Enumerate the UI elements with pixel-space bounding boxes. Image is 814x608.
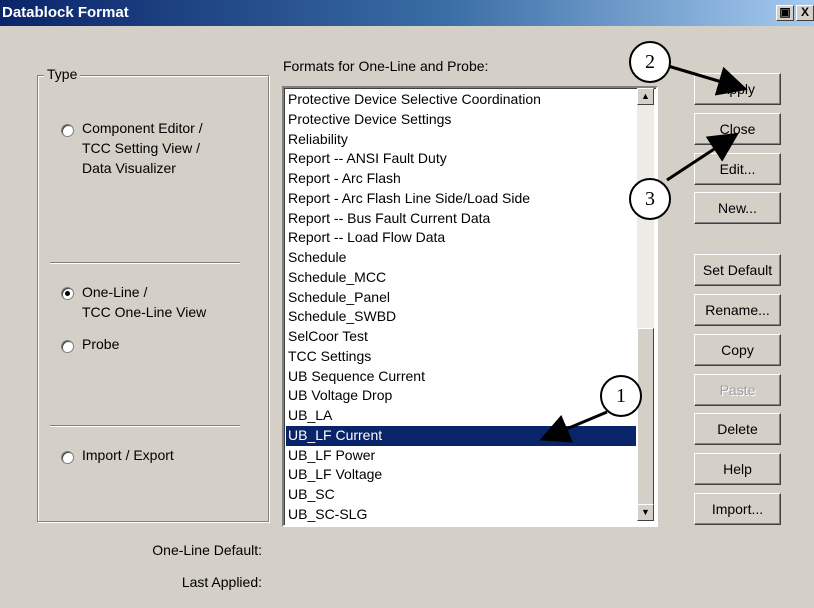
callout-2: 2 — [629, 41, 671, 83]
list-item[interactable]: TCC Settings — [286, 347, 636, 367]
copy-button[interactable]: Copy — [694, 334, 781, 366]
list-item[interactable]: Report -- ANSI Fault Duty — [286, 149, 636, 169]
radio-component-editor[interactable] — [61, 124, 74, 137]
last-applied-label: Last Applied: — [181, 574, 262, 590]
radio-probe[interactable] — [61, 340, 74, 353]
list-item[interactable]: Schedule_Panel — [286, 288, 636, 308]
paste-button: Paste — [694, 374, 781, 406]
list-item[interactable]: Report - Arc Flash — [286, 169, 636, 189]
list-item[interactable]: UB_LA — [286, 406, 636, 426]
scroll-up-arrow-icon[interactable]: ▲ — [637, 88, 654, 105]
list-item[interactable]: UB_LF Power — [286, 446, 636, 466]
set-default-button[interactable]: Set Default — [694, 254, 781, 286]
delete-button[interactable]: Delete — [694, 413, 781, 445]
close-button[interactable]: Close — [694, 113, 781, 145]
list-scrollbar[interactable]: ▲ ▼ — [637, 88, 654, 521]
formats-listbox[interactable]: Protective Device Selective Coordination… — [282, 86, 658, 527]
list-item[interactable]: Protective Device Settings — [286, 110, 636, 130]
apply-button[interactable]: Apply — [694, 73, 781, 105]
radio-one-line-label: One-Line / TCC One-Line View — [82, 284, 207, 320]
list-item[interactable]: Schedule_SWBD — [286, 307, 636, 327]
radio-one-line[interactable] — [61, 287, 74, 300]
list-item[interactable]: UB_SC — [286, 485, 636, 505]
group-separator — [50, 262, 240, 264]
list-item[interactable]: UB_LF Current — [286, 425, 636, 446]
list-item[interactable]: UB_SC-SLG — [286, 505, 636, 525]
radio-import-export-label: Import / Export — [82, 447, 174, 463]
title-bar: Datablock Format ▣ X — [0, 0, 814, 26]
scrollbar-thumb[interactable] — [637, 328, 654, 505]
close-window-button[interactable]: X — [796, 5, 814, 21]
list-item[interactable]: Reliability — [286, 130, 636, 150]
list-item[interactable]: Report - Arc Flash Line Side/Load Side — [286, 189, 636, 209]
list-item[interactable]: UB_LF Voltage — [286, 465, 636, 485]
list-item[interactable]: Protective Device Selective Coordination — [286, 90, 636, 110]
list-item[interactable]: Schedule_MCC — [286, 268, 636, 288]
radio-probe-label: Probe — [82, 336, 120, 352]
callout-3: 3 — [629, 178, 671, 220]
type-group-label: Type — [44, 66, 81, 82]
scroll-down-arrow-icon[interactable]: ▼ — [637, 504, 654, 521]
radio-component-editor-label: Component Editor / TCC Setting View / Da… — [82, 120, 203, 176]
help-button[interactable]: Help — [694, 453, 781, 485]
list-item[interactable]: SelCoor Test — [286, 327, 636, 347]
list-item[interactable]: UB Sequence Current — [286, 367, 636, 387]
new-button[interactable]: New... — [694, 192, 781, 224]
edit-button[interactable]: Edit... — [694, 153, 781, 185]
list-item[interactable]: Report -- Bus Fault Current Data — [286, 209, 636, 229]
list-item[interactable]: Report -- Load Flow Data — [286, 228, 636, 248]
radio-import-export[interactable] — [61, 451, 74, 464]
callout-1: 1 — [600, 375, 642, 417]
group-separator — [50, 425, 240, 427]
one-line-default-label: One-Line Default: — [152, 542, 262, 558]
window-title: Datablock Format — [2, 4, 129, 21]
import-button[interactable]: Import... — [694, 493, 781, 525]
rename-button[interactable]: Rename... — [694, 294, 781, 326]
list-item[interactable]: Schedule — [286, 248, 636, 268]
formats-list-label: Formats for One-Line and Probe: — [283, 58, 489, 74]
list-item[interactable]: UB Voltage Drop — [286, 386, 636, 406]
restore-button[interactable]: ▣ — [776, 5, 794, 21]
